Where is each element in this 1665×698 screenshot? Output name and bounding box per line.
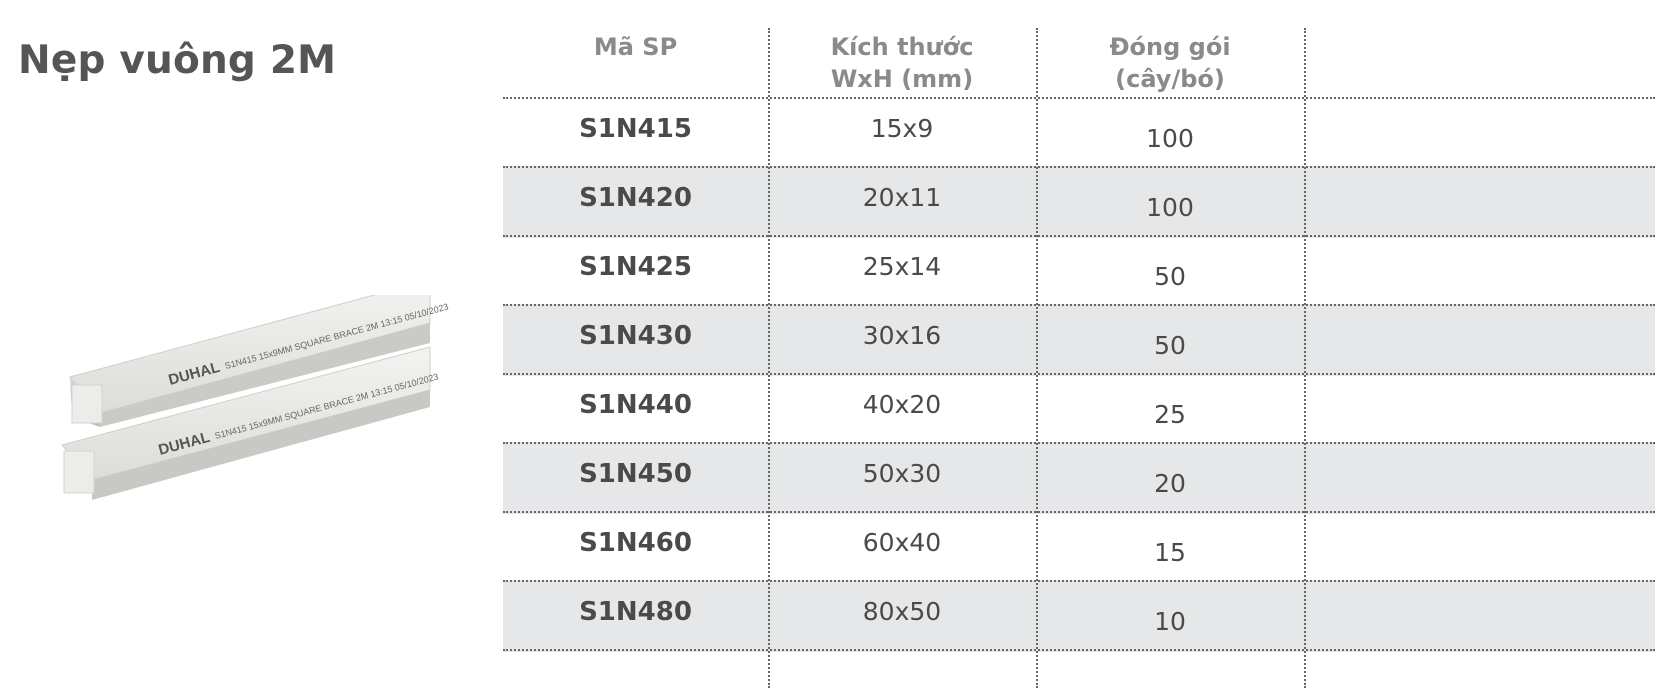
row-pack: 50 [1154,331,1186,360]
row-pack: 100 [1146,124,1194,153]
row-divider [503,97,1655,99]
row-divider [503,166,1655,168]
row-size: 30x16 [862,321,942,350]
header-size-line2: WxH (mm) [830,65,974,93]
row-divider [503,649,1655,651]
column-divider [768,28,770,688]
row-divider [503,304,1655,306]
row-code: S1N425 [579,252,692,282]
row-code: S1N480 [579,597,692,627]
row-divider [503,580,1655,582]
header-pack-line1: Đóng gói [1109,33,1231,61]
header-code: Mã SP [593,33,678,61]
row-code: S1N415 [579,114,692,144]
row-pack: 20 [1154,469,1186,498]
header-size-line1: Kích thước [830,33,974,61]
row-size: 80x50 [862,597,942,626]
row-code: S1N460 [579,528,692,558]
row-code: S1N430 [579,321,692,351]
row-divider [503,442,1655,444]
page-title: Nẹp vuông 2M [18,38,337,83]
header-pack-line2: (cây/bó) [1115,65,1225,93]
row-pack: 25 [1154,400,1186,429]
column-divider [1304,28,1306,688]
row-size: 40x20 [862,390,942,419]
row-size: 25x14 [862,252,942,281]
row-pack: 100 [1146,193,1194,222]
row-pack: 10 [1154,607,1186,636]
row-size: 20x11 [862,183,942,212]
spec-table: Mã SP Kích thước WxH (mm) Đóng gói (cây/… [503,28,1655,688]
row-divider [503,511,1655,513]
row-divider [503,235,1655,237]
row-divider [503,373,1655,375]
row-pack: 50 [1154,262,1186,291]
row-size: 15x9 [870,114,934,143]
row-pack: 15 [1154,538,1186,567]
row-size: 50x30 [862,459,942,488]
row-code: S1N450 [579,459,692,489]
row-code: S1N420 [579,183,692,213]
product-image: DUHAL S1N415 15x9MM SQUARE BRACE 2M 13:1… [61,295,450,500]
row-code: S1N440 [579,390,692,420]
row-size: 60x40 [862,528,942,557]
column-divider [1036,28,1038,688]
